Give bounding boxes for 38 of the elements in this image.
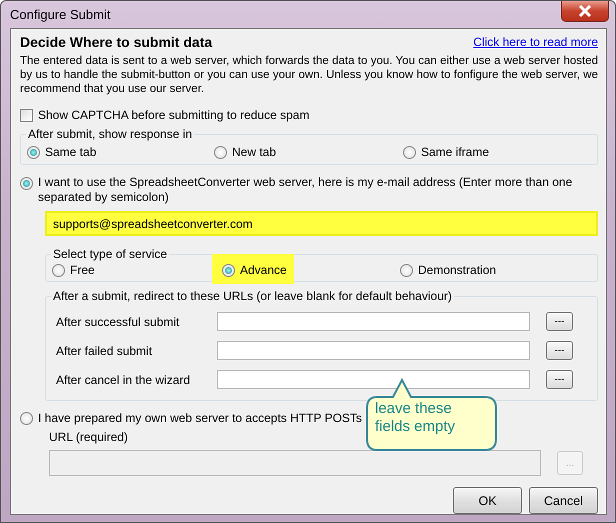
read-more-link[interactable]: Click here to read more xyxy=(473,34,598,48)
close-button[interactable] xyxy=(561,1,609,22)
group-label: Select type of service xyxy=(51,247,170,261)
radio-button[interactable] xyxy=(27,146,40,158)
radio-button[interactable] xyxy=(20,177,33,190)
url-field[interactable] xyxy=(217,370,530,389)
browse-button[interactable]: --- xyxy=(546,370,573,389)
group-label: After submit, show response in xyxy=(26,127,194,141)
field-label: After successful submit xyxy=(56,314,180,328)
radio-button[interactable] xyxy=(214,146,227,158)
radio-button[interactable] xyxy=(222,264,235,276)
url-field[interactable] xyxy=(217,312,530,331)
browse-button[interactable]: --- xyxy=(546,312,573,331)
cancel-button[interactable]: Cancel xyxy=(529,487,598,514)
radio-button[interactable] xyxy=(52,264,65,276)
radio-label[interactable]: Demonstration xyxy=(418,263,496,277)
field-label: URL (required) xyxy=(49,430,129,444)
browse-button[interactable]: --- xyxy=(546,341,573,360)
close-icon xyxy=(578,5,592,17)
window-title: Configure Submit xyxy=(10,7,110,22)
checkbox[interactable] xyxy=(20,108,33,122)
radio-button[interactable] xyxy=(400,264,413,276)
url-field[interactable] xyxy=(217,341,530,360)
field-label: After cancel in the wizard xyxy=(56,372,192,386)
email-field[interactable]: supports@spreadsheetconverter.com xyxy=(45,211,598,236)
callout-text: leave these fields empty xyxy=(375,400,456,436)
radio-label[interactable]: New tab xyxy=(232,145,276,159)
field-label: After failed submit xyxy=(56,344,154,358)
description-text: The entered data is sent to a web server, which forwards the data to you. You can either use a web server hosted by us to handle the submit-button or you can use your own. Unless you know how to fonfigure the web server, we recommend that you use our server. xyxy=(20,54,598,96)
radio-label[interactable]: Free xyxy=(70,263,95,277)
radio-label[interactable]: I want to use the SpreadsheetConverter web server, here is my e-mail address (Enter more than one separated by semicolon) xyxy=(38,175,598,205)
radio-label[interactable]: Same tab xyxy=(45,145,96,159)
heading: Decide Where to submit data xyxy=(20,34,212,50)
radio-label[interactable]: Same iframe xyxy=(421,145,490,159)
group-label: After a submit, redirect to these URLs (or leave blank for default behaviour) xyxy=(51,289,454,303)
checkbox-label[interactable]: Show CAPTCHA before submitting to reduce spam xyxy=(38,108,310,122)
radio-button[interactable] xyxy=(403,146,416,158)
ok-button[interactable]: OK xyxy=(453,487,522,514)
